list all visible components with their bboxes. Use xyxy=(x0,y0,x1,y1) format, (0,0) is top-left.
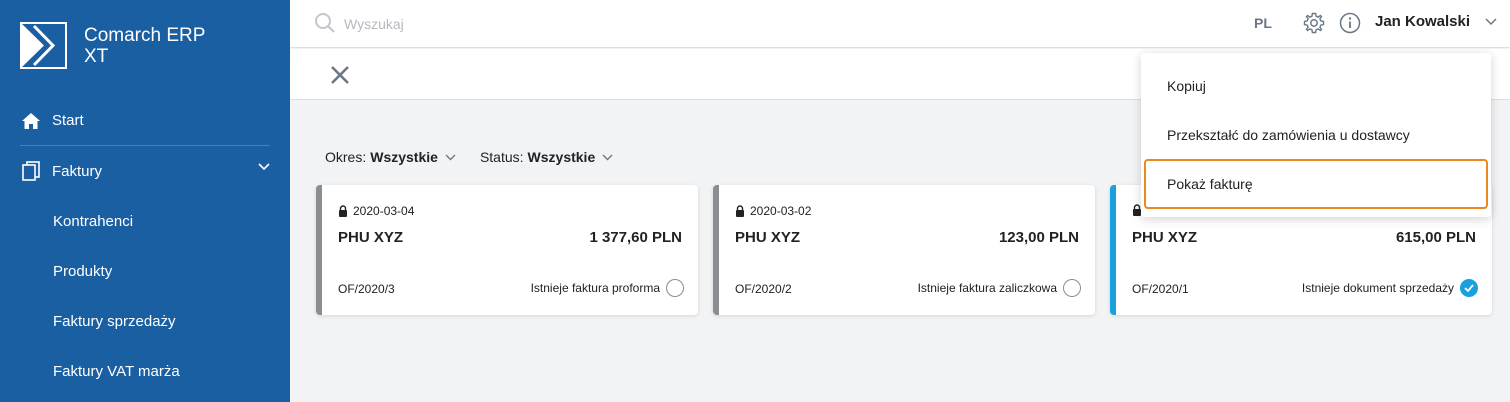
app-title-line1: Comarch ERP xyxy=(84,25,206,46)
order-card[interactable]: 2020-03-04 PHU XYZ 1 377,60 PLN OF/2020/… xyxy=(316,185,698,315)
sidebar-item-faktury-sprzedazy[interactable]: Faktury sprzedaży xyxy=(0,296,290,346)
chevron-down-icon xyxy=(258,163,270,171)
sidebar-item-label: Faktury xyxy=(52,162,103,180)
card-contractor: PHU XYZ xyxy=(1132,229,1198,246)
sidebar-item-faktury-vat-marza[interactable]: Faktury VAT marża xyxy=(0,346,290,396)
sidebar-nav: Start Faktury Kontrahenci Produkty Faktu… xyxy=(0,96,290,396)
card-status-text: Istnieje dokument sprzedaży xyxy=(1301,281,1454,295)
search-input[interactable] xyxy=(344,12,744,36)
card-status-bar xyxy=(1110,185,1116,315)
user-name[interactable]: Jan Kowalski xyxy=(1375,13,1470,30)
menu-item-kopiuj[interactable]: Kopiuj xyxy=(1141,61,1491,111)
card-number: OF/2020/1 xyxy=(1132,282,1189,296)
sidebar-item-kontrahenci[interactable]: Kontrahenci xyxy=(0,196,290,246)
sidebar-item-label: Start xyxy=(52,112,84,129)
documents-icon xyxy=(20,160,42,182)
menu-item-pokaz-fakture[interactable]: Pokaż fakturę xyxy=(1144,159,1488,209)
sidebar-item-produkty[interactable]: Produkty xyxy=(0,246,290,296)
card-date-text: 2020-03-02 xyxy=(750,204,812,218)
check-circle-icon xyxy=(1460,279,1478,297)
status-filter-value: Wszystkie xyxy=(527,149,596,165)
card-contractor: PHU XYZ xyxy=(735,229,801,246)
topbar: PL Jan Kowalski xyxy=(290,0,1510,48)
card-amount: 123,00 PLN xyxy=(998,229,1079,246)
card-date: 2020-03-04 xyxy=(338,204,414,218)
status-empty-circle-icon xyxy=(666,279,684,297)
card-status-text: Istnieje faktura proforma xyxy=(530,281,660,295)
card-number: OF/2020/2 xyxy=(735,282,792,296)
app-title-line2: XT xyxy=(84,46,109,67)
sidebar-item-label: Faktury VAT marża xyxy=(53,362,180,380)
filters: Okres: Wszystkie Status: Wszystkie xyxy=(325,149,637,165)
card-date-text: 2020-03-04 xyxy=(353,204,415,218)
card-status-text: Istnieje faktura zaliczkowa xyxy=(917,281,1057,295)
sidebar-item-faktury[interactable]: Faktury xyxy=(0,146,290,196)
app-title: Comarch ERP XT xyxy=(84,25,205,67)
card-status: Istnieje faktura proforma xyxy=(531,279,684,297)
home-icon xyxy=(20,110,42,132)
status-empty-circle-icon xyxy=(1063,279,1081,297)
info-icon[interactable] xyxy=(1339,12,1361,34)
menu-item-przeksztalc[interactable]: Przekształć do zamówienia u dostawcy xyxy=(1141,110,1491,160)
lock-icon xyxy=(339,205,347,217)
card-status-bar xyxy=(316,185,322,315)
card-date: 2020-03-02 xyxy=(735,204,811,218)
card-status: Istnieje dokument sprzedaży xyxy=(1302,279,1478,297)
sidebar-item-label: Kontrahenci xyxy=(53,212,134,230)
card-contractor: PHU XYZ xyxy=(338,229,404,246)
sidebar-item-label: Faktury sprzedaży xyxy=(53,312,176,330)
close-icon[interactable] xyxy=(328,63,352,87)
status-filter[interactable]: Status: Wszystkie xyxy=(480,149,613,165)
context-menu: Kopiuj Przekształć do zamówienia u dosta… xyxy=(1141,53,1491,217)
gear-icon[interactable] xyxy=(1303,12,1325,34)
sidebar-item-start[interactable]: Start xyxy=(20,96,270,146)
card-amount: 615,00 PLN xyxy=(1395,229,1476,246)
chevron-down-icon xyxy=(445,154,456,160)
period-filter-label: Okres: xyxy=(325,149,367,165)
language-switch[interactable]: PL xyxy=(1254,15,1272,31)
chevron-down-icon[interactable] xyxy=(1485,18,1497,26)
card-number: OF/2020/3 xyxy=(338,282,395,296)
card-amount: 1 377,60 PLN xyxy=(589,229,682,246)
comarch-logo-icon xyxy=(20,22,67,69)
sidebar-item-label: Produkty xyxy=(53,262,113,280)
lock-icon xyxy=(736,205,744,217)
status-filter-label: Status: xyxy=(479,149,524,165)
brand[interactable]: Comarch ERP XT xyxy=(20,22,205,69)
search-icon xyxy=(315,13,335,33)
sidebar: Comarch ERP XT Start Faktury Kontrahenci… xyxy=(0,0,290,402)
chevron-down-icon xyxy=(602,154,613,160)
period-filter[interactable]: Okres: Wszystkie xyxy=(325,149,456,165)
period-filter-value: Wszystkie xyxy=(370,149,438,165)
card-status: Istnieje faktura zaliczkowa xyxy=(918,279,1081,297)
card-status-bar xyxy=(713,185,719,315)
order-card[interactable]: 2020-03-02 PHU XYZ 123,00 PLN OF/2020/2 … xyxy=(713,185,1095,315)
